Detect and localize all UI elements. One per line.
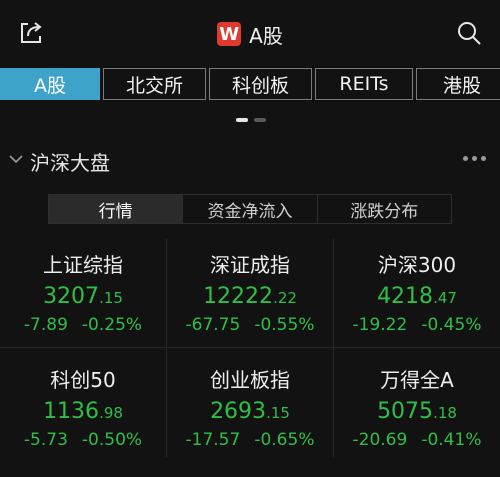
tab-hk-shares[interactable]: 港股 xyxy=(416,68,500,100)
tab-reits[interactable]: REITs xyxy=(315,68,413,100)
page-title-text: A股 xyxy=(249,23,283,48)
index-grid: 上证综指 3207.15 -7.89 -0.25% 深证成指 12222.22 -… xyxy=(0,233,500,463)
page-indicator xyxy=(236,118,266,122)
index-card[interactable]: 科创50 1136.98 -5.73 -0.50% xyxy=(0,348,166,463)
top-bar: W A股 xyxy=(0,0,500,66)
index-card[interactable]: 万得全A 5075.18 -20.69 -0.41% xyxy=(334,348,500,463)
page-dot-active xyxy=(236,118,248,122)
index-card[interactable]: 深证成指 12222.22 -67.75 -0.55% xyxy=(167,233,333,348)
more-dot xyxy=(463,156,468,161)
page-dot xyxy=(254,118,266,122)
index-value: 1136.98 xyxy=(43,399,123,424)
more-icon[interactable] xyxy=(463,156,486,161)
index-name: 万得全A xyxy=(380,368,454,392)
index-name: 创业板指 xyxy=(210,368,290,392)
search-icon[interactable] xyxy=(456,20,482,46)
more-dot xyxy=(472,156,477,161)
index-name: 上证综指 xyxy=(43,253,123,277)
index-name: 深证成指 xyxy=(210,253,290,277)
segment-quotes[interactable]: 行情 xyxy=(49,195,183,223)
index-value: 2693.15 xyxy=(210,399,290,424)
index-card[interactable]: 沪深300 4218.47 -19.22 -0.45% xyxy=(334,233,500,348)
index-value: 12222.22 xyxy=(203,284,297,309)
segment-net-inflow[interactable]: 资金净流入 xyxy=(182,195,316,223)
section-title: 沪深大盘 xyxy=(30,151,110,175)
page-title: W A股 xyxy=(0,20,500,48)
tab-bse[interactable]: 北交所 xyxy=(103,68,206,100)
segment-distribution[interactable]: 涨跌分布 xyxy=(316,195,451,223)
index-change: -17.57 -0.65% xyxy=(185,430,315,450)
index-change: -67.75 -0.55% xyxy=(185,315,315,335)
market-tabs: A股 北交所 科创板 REITs 港股 xyxy=(0,68,500,102)
index-card[interactable]: 创业板指 2693.15 -17.57 -0.65% xyxy=(167,348,333,463)
index-change: -7.89 -0.25% xyxy=(23,315,143,335)
index-value: 5075.18 xyxy=(377,399,457,424)
index-change: -5.73 -0.50% xyxy=(23,430,143,450)
more-dot xyxy=(481,156,486,161)
tab-star-market[interactable]: 科创板 xyxy=(209,68,312,100)
chevron-down-icon[interactable] xyxy=(8,151,24,167)
index-value: 4218.47 xyxy=(377,284,457,309)
index-name: 沪深300 xyxy=(377,253,457,277)
section-header: 沪深大盘 xyxy=(0,145,500,177)
index-card[interactable]: 上证综指 3207.15 -7.89 -0.25% xyxy=(0,233,166,348)
index-change: -19.22 -0.45% xyxy=(352,315,482,335)
tab-a-shares[interactable]: A股 xyxy=(0,68,100,100)
index-name: 科创50 xyxy=(50,368,116,392)
segmented-control: 行情 资金净流入 涨跌分布 xyxy=(48,194,452,224)
index-change: -20.69 -0.41% xyxy=(352,430,482,450)
wind-logo-icon: W xyxy=(217,22,242,46)
index-value: 3207.15 xyxy=(43,284,123,309)
